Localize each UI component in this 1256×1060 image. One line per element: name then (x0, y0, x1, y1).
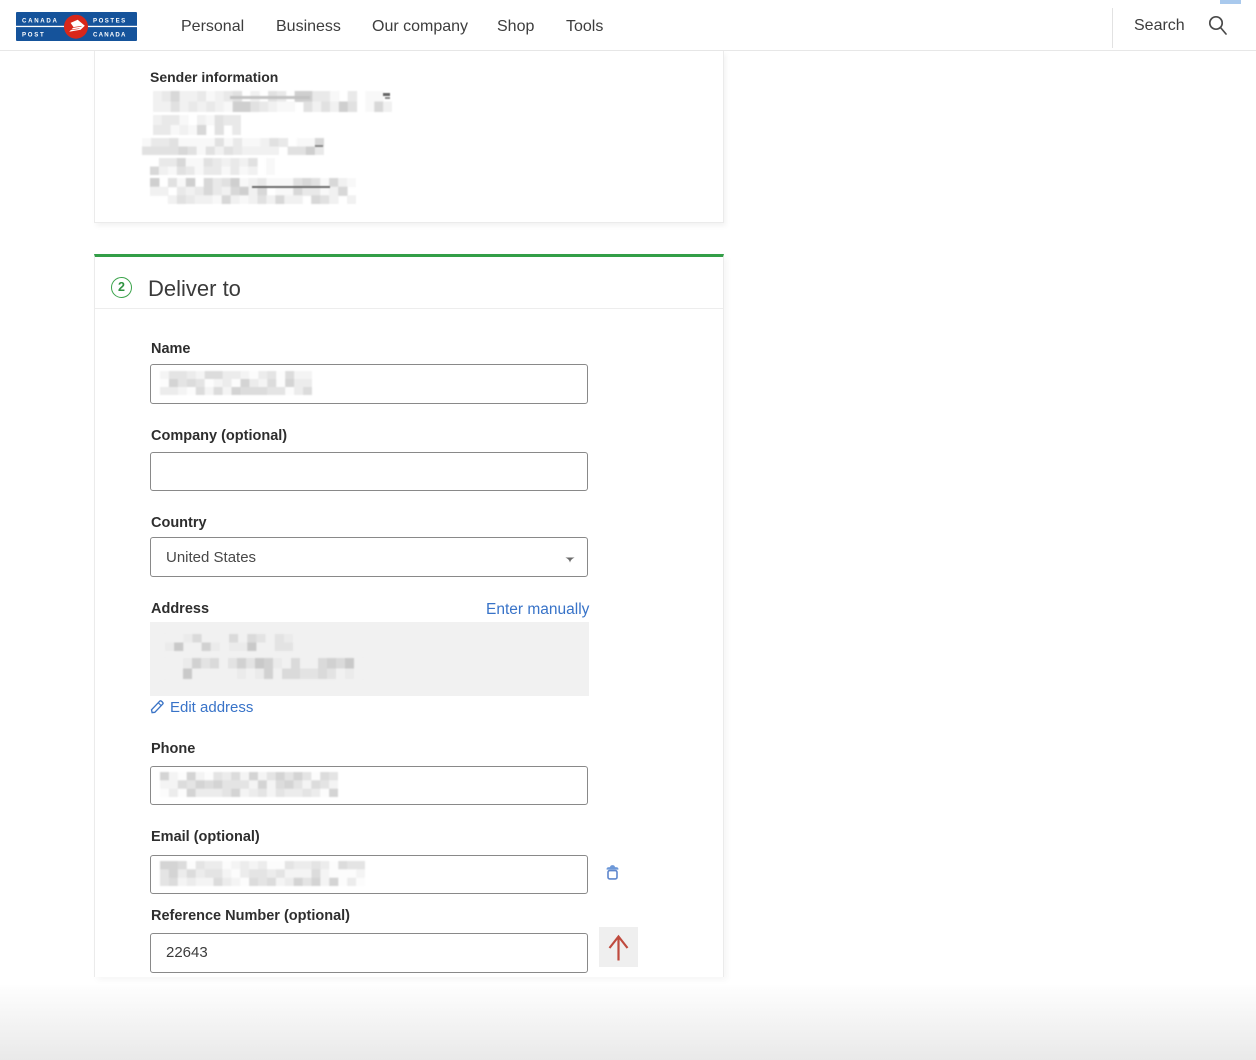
svg-text:POST: POST (22, 32, 45, 39)
svg-text:CANADA: CANADA (22, 18, 59, 25)
svg-text:POSTES: POSTES (93, 18, 127, 25)
svg-text:CANADA: CANADA (93, 32, 127, 39)
